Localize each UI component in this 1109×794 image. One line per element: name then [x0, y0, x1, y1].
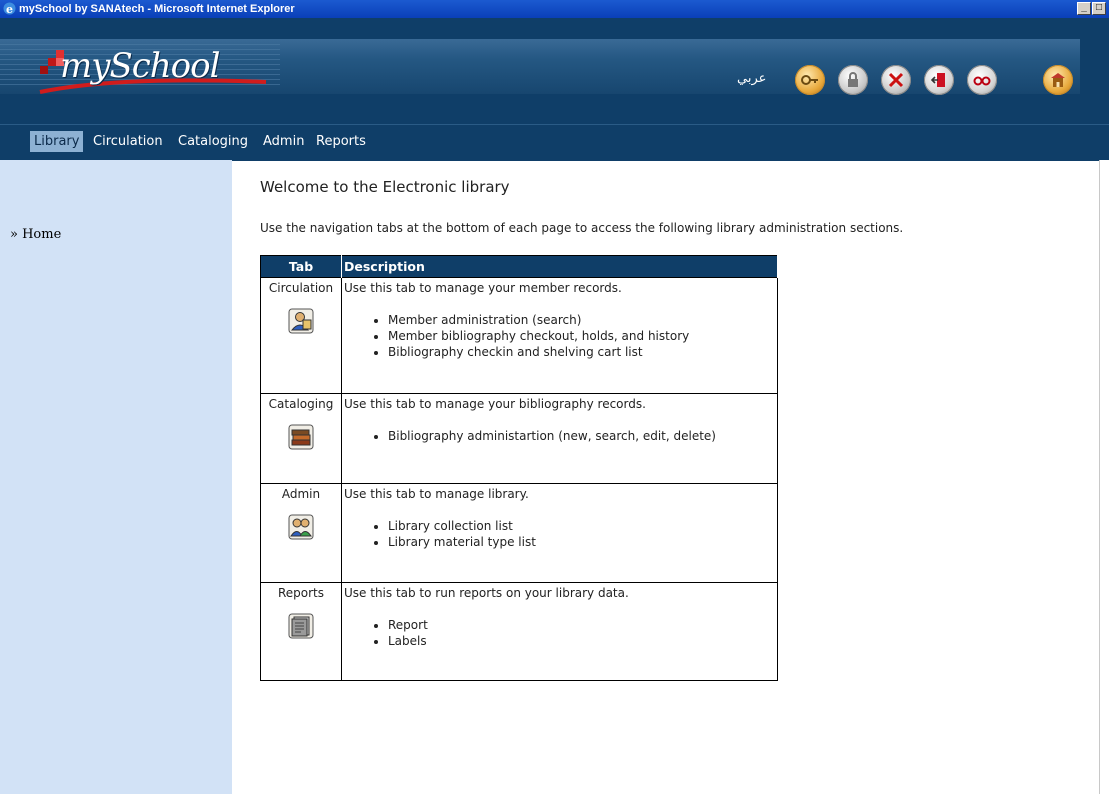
row-description: Use this tab to manage your bibliography…	[344, 397, 646, 411]
member-icon[interactable]	[288, 308, 314, 334]
lock-icon[interactable]	[838, 65, 868, 95]
list-item: Report	[388, 617, 775, 633]
exit-door-icon[interactable]	[924, 65, 954, 95]
table-row: Admin Use this tab to manage library. Li…	[260, 483, 778, 583]
key-icon[interactable]	[795, 65, 825, 95]
table-header-row: Tab Description	[260, 255, 778, 278]
row-tab-name: Reports	[277, 586, 325, 600]
row-tab-name: Cataloging	[268, 397, 334, 411]
school-building-icon[interactable]	[1043, 65, 1073, 95]
sidebar: » Home	[0, 160, 232, 794]
tab-reports[interactable]: Reports	[312, 131, 370, 152]
report-icon[interactable]	[288, 613, 314, 639]
internet-explorer-icon: e	[3, 2, 16, 15]
tab-library[interactable]: Library	[30, 131, 84, 152]
users-icon[interactable]	[288, 514, 314, 540]
arabic-language-link[interactable]: عربي	[737, 71, 766, 86]
list-item: Library material type list	[388, 534, 775, 550]
logo-text: mySchool	[60, 46, 220, 86]
column-header-tab: Tab	[260, 255, 342, 278]
list-item: Library collection list	[388, 518, 775, 534]
description-cell: Use this tab to manage your member recor…	[341, 277, 778, 394]
description-cell: Use this tab to manage library. Library …	[341, 483, 778, 583]
window-right-edge	[1099, 160, 1109, 794]
main-navigation: Library Circulation Cataloging Admin Rep…	[0, 124, 1109, 161]
row-description: Use this tab to manage library.	[344, 487, 529, 501]
list-item: Bibliography administartion (new, search…	[388, 428, 775, 444]
feature-list: Member administration (search) Member bi…	[344, 312, 775, 360]
tab-cataloging[interactable]: Cataloging	[174, 131, 252, 152]
page-intro: Use the navigation tabs at the bottom of…	[260, 221, 904, 235]
feature-list: Report Labels	[344, 617, 775, 649]
cancel-icon[interactable]	[881, 65, 911, 95]
column-header-description: Description	[341, 255, 778, 278]
table-row: Reports Use this tab to run reports on y…	[260, 582, 778, 681]
table-row: Cataloging Use this tab to manage your b…	[260, 393, 778, 484]
minimize-button[interactable]: _	[1077, 2, 1091, 15]
feature-list: Library collection list Library material…	[344, 518, 775, 550]
window-titlebar: e mySchool by SANAtech - Microsoft Inter…	[0, 0, 1109, 18]
row-tab-name: Admin	[281, 487, 321, 501]
table-row: Circulation Use this tab to manage your …	[260, 277, 778, 394]
list-item: Bibliography checkin and shelving cart l…	[388, 344, 775, 360]
list-item: Labels	[388, 633, 775, 649]
page-title: Welcome to the Electronic library	[260, 178, 510, 196]
myschool-logo[interactable]: mySchool	[38, 44, 268, 96]
sections-table: Tab Description Circulation Use this tab…	[260, 255, 778, 681]
list-item: Member bibliography checkout, holds, and…	[388, 328, 775, 344]
row-tab-name: Circulation	[268, 281, 334, 295]
tab-name-cell: Circulation	[260, 277, 342, 394]
tab-admin[interactable]: Admin	[259, 131, 308, 152]
maximize-button[interactable]: □	[1092, 2, 1106, 15]
tab-circulation[interactable]: Circulation	[89, 131, 167, 152]
books-icon[interactable]	[288, 424, 314, 450]
tab-name-cell: Cataloging	[260, 393, 342, 484]
tab-name-cell: Reports	[260, 582, 342, 681]
feature-list: Bibliography administartion (new, search…	[344, 428, 775, 444]
description-cell: Use this tab to run reports on your libr…	[341, 582, 778, 681]
sidebar-home-link[interactable]: » Home	[10, 227, 61, 242]
site-header: mySchool عربي	[0, 18, 1109, 124]
description-cell: Use this tab to manage your bibliography…	[341, 393, 778, 484]
list-item: Member administration (search)	[388, 312, 775, 328]
row-description: Use this tab to run reports on your libr…	[344, 586, 629, 600]
tab-name-cell: Admin	[260, 483, 342, 583]
row-description: Use this tab to manage your member recor…	[344, 281, 622, 295]
glasses-icon[interactable]	[967, 65, 997, 95]
svg-text:e: e	[6, 3, 13, 15]
window-title: mySchool by SANAtech - Microsoft Interne…	[19, 3, 295, 15]
